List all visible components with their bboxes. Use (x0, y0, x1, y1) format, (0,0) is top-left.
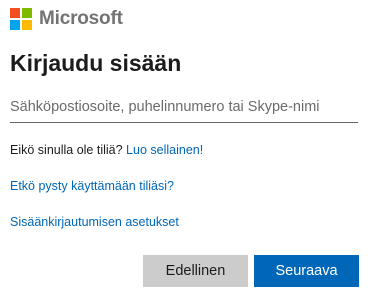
account-input[interactable] (10, 92, 358, 123)
no-account-row: Eikö sinulla ole tiliä? Luo sellainen! (10, 143, 203, 157)
brand-name: Microsoft (39, 8, 123, 29)
back-button[interactable]: Edellinen (143, 255, 248, 287)
no-account-text: Eikö sinulla ole tiliä? (10, 143, 123, 157)
logo-square-red (10, 8, 20, 18)
cant-access-account-link[interactable]: Etkö pysty käyttämään tiliäsi? (10, 179, 174, 193)
page-title: Kirjaudu sisään (10, 50, 182, 76)
signin-dialog: Microsoft Kirjaudu sisään Eikö sinulla o… (0, 0, 370, 294)
logo-square-blue (10, 20, 20, 30)
logo-square-yellow (22, 20, 32, 30)
microsoft-logo: Microsoft (10, 8, 123, 30)
logo-square-green (22, 8, 32, 18)
next-button[interactable]: Seuraava (254, 255, 359, 287)
signin-options-link[interactable]: Sisäänkirjautumisen asetukset (10, 215, 179, 229)
microsoft-logo-icon (10, 8, 32, 30)
create-account-link[interactable]: Luo sellainen! (126, 143, 203, 157)
